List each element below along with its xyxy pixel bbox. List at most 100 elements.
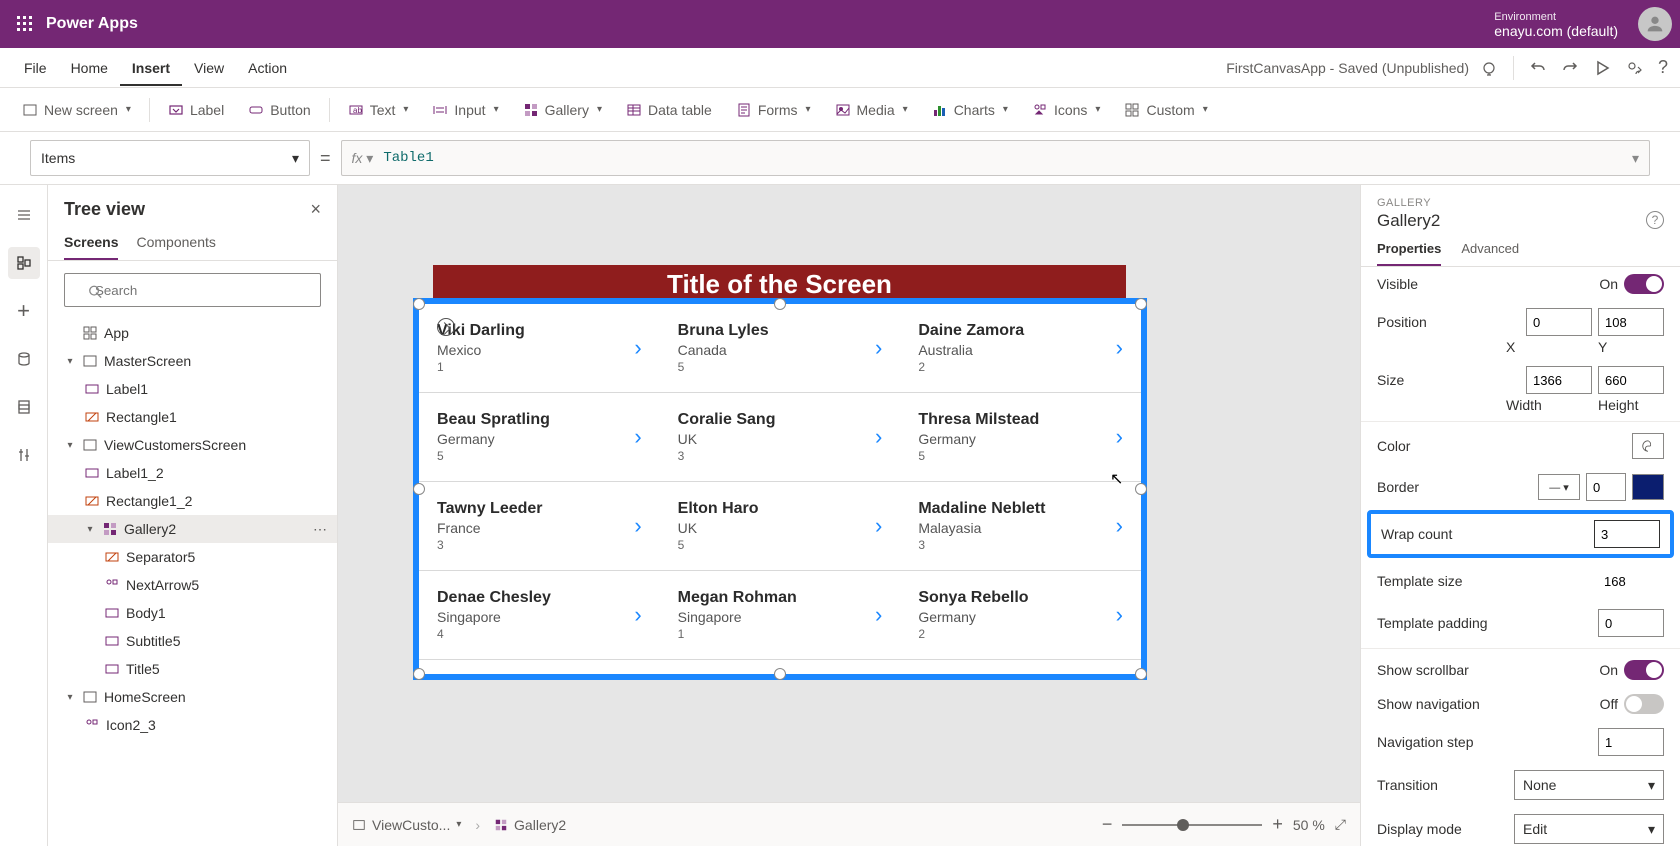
tree-node-label1[interactable]: Label1 <box>48 375 337 403</box>
navigation-toggle[interactable] <box>1624 694 1664 714</box>
chevron-right-icon[interactable]: › <box>875 602 882 628</box>
gallery-cell[interactable]: Denae ChesleySingapore4› <box>419 571 660 659</box>
tree-node-subtitle5[interactable]: Subtitle5 <box>48 627 337 655</box>
icons-dropdown[interactable]: Icons▾ <box>1022 96 1111 124</box>
expand-formula-icon[interactable]: ▾ <box>1632 150 1639 167</box>
templatepadding-input[interactable] <box>1598 609 1664 637</box>
breadcrumb-selected[interactable]: Gallery2 <box>494 817 566 833</box>
width-input[interactable] <box>1526 366 1592 394</box>
text-dropdown[interactable]: ab Text▾ <box>338 96 419 124</box>
wrapcount-input[interactable] <box>1594 520 1660 548</box>
gallery-cell[interactable]: Bruna LylesCanada5› <box>660 304 901 392</box>
tree-node-masterscreen[interactable]: ▾MasterScreen <box>48 347 337 375</box>
zoom-in-icon[interactable]: + <box>1272 814 1283 835</box>
gallery-cell[interactable]: Elton HaroUK5› <box>660 482 901 570</box>
breadcrumb-screen[interactable]: ViewCusto... ▾ <box>352 817 461 833</box>
media-pane-icon[interactable] <box>8 391 40 423</box>
templatesize-input[interactable] <box>1598 567 1664 595</box>
visible-toggle[interactable] <box>1624 274 1664 294</box>
gallery-cell[interactable]: Thresa MilsteadGermany5› <box>900 393 1141 481</box>
tree-node-gallery2[interactable]: ▾Gallery2⋯ <box>48 515 337 543</box>
tab-advanced[interactable]: Advanced <box>1461 241 1519 266</box>
tree-node-viewcustomers[interactable]: ▾ViewCustomersScreen <box>48 431 337 459</box>
charts-dropdown[interactable]: Charts▾ <box>922 96 1018 124</box>
zoom-slider[interactable] <box>1122 824 1262 826</box>
input-dropdown[interactable]: Input▾ <box>422 96 508 124</box>
navstep-input[interactable] <box>1598 728 1664 756</box>
label-button[interactable]: Label <box>158 96 234 124</box>
border-color-picker[interactable] <box>1632 474 1664 500</box>
waffle-icon[interactable] <box>8 7 42 41</box>
chevron-right-icon[interactable]: › <box>1116 513 1123 539</box>
tab-properties[interactable]: Properties <box>1377 241 1441 266</box>
chevron-right-icon[interactable]: › <box>634 602 641 628</box>
media-dropdown[interactable]: Media▾ <box>825 96 918 124</box>
tree-node-label12[interactable]: Label1_2 <box>48 459 337 487</box>
gallery-cell[interactable]: Coralie SangUK3› <box>660 393 901 481</box>
button-button[interactable]: Button <box>238 96 320 124</box>
chevron-right-icon[interactable]: › <box>875 513 882 539</box>
advanced-tools-icon[interactable] <box>8 439 40 471</box>
property-selector[interactable]: Items ▾ <box>30 140 310 176</box>
gallery-dropdown[interactable]: Gallery▾ <box>513 96 612 124</box>
search-input[interactable] <box>64 273 321 307</box>
gallery-cell[interactable]: Viki DarlingMexico1› <box>419 304 660 392</box>
data-icon[interactable] <box>8 343 40 375</box>
play-icon[interactable] <box>1594 60 1610 76</box>
menu-file[interactable]: File <box>12 50 59 86</box>
info-icon[interactable]: ? <box>1646 211 1664 229</box>
chevron-right-icon[interactable]: › <box>875 335 882 361</box>
datatable-button[interactable]: Data table <box>616 96 722 124</box>
avatar[interactable] <box>1638 7 1672 41</box>
chevron-right-icon[interactable]: › <box>1116 424 1123 450</box>
tree-view-icon[interactable] <box>8 247 40 279</box>
tree-node-nextarrow5[interactable]: NextArrow5 <box>48 571 337 599</box>
undo-icon[interactable] <box>1530 60 1546 76</box>
chevron-right-icon[interactable]: › <box>634 424 641 450</box>
menu-view[interactable]: View <box>182 50 236 86</box>
insert-pane-icon[interactable]: + <box>8 295 40 327</box>
menu-home[interactable]: Home <box>59 50 120 86</box>
color-picker[interactable] <box>1632 433 1664 459</box>
gallery-cell[interactable]: Sonya RebelloGermany2› <box>900 571 1141 659</box>
position-y-input[interactable] <box>1598 308 1664 336</box>
position-x-input[interactable] <box>1526 308 1592 336</box>
chevron-right-icon[interactable]: › <box>634 513 641 539</box>
tree-node-icon23[interactable]: Icon2_3 <box>48 711 337 739</box>
chevron-right-icon[interactable]: › <box>875 424 882 450</box>
chevron-right-icon[interactable]: › <box>634 335 641 361</box>
forms-dropdown[interactable]: Forms▾ <box>726 96 821 124</box>
gallery-cell[interactable]: Megan RohmanSingapore1› <box>660 571 901 659</box>
tree-node-title5[interactable]: Title5 <box>48 655 337 683</box>
tree-node-rectangle12[interactable]: Rectangle1_2 <box>48 487 337 515</box>
canvas-area[interactable]: Title of the Screen Viki DarlingMexico1›… <box>338 185 1360 846</box>
transition-select[interactable]: None▾ <box>1514 770 1664 800</box>
displaymode-select[interactable]: Edit▾ <box>1514 814 1664 844</box>
custom-dropdown[interactable]: Custom▾ <box>1114 96 1217 124</box>
gallery-cell[interactable]: Beau SpratlingGermany5› <box>419 393 660 481</box>
formula-input[interactable]: fx ▾ Table1 ▾ <box>341 140 1650 176</box>
new-screen-button[interactable]: New screen▾ <box>12 96 141 124</box>
tab-screens[interactable]: Screens <box>64 234 118 260</box>
gallery-selection[interactable]: Viki DarlingMexico1›Bruna LylesCanada5›D… <box>413 298 1147 680</box>
tree-node-separator5[interactable]: Separator5 <box>48 543 337 571</box>
redo-icon[interactable] <box>1562 60 1578 76</box>
border-style-dropdown[interactable]: — ▾ <box>1538 474 1580 500</box>
tree-node-body1[interactable]: Body1 <box>48 599 337 627</box>
gallery-cell[interactable]: Tawny LeederFrance3› <box>419 482 660 570</box>
zoom-out-icon[interactable]: − <box>1102 814 1113 835</box>
border-width-input[interactable] <box>1586 473 1626 501</box>
close-icon[interactable]: × <box>310 199 321 220</box>
tree-node-rectangle1[interactable]: Rectangle1 <box>48 403 337 431</box>
menu-action[interactable]: Action <box>236 50 299 86</box>
tab-components[interactable]: Components <box>136 234 215 260</box>
scrollbar-toggle[interactable] <box>1624 660 1664 680</box>
help-icon[interactable]: ? <box>1658 57 1668 78</box>
share-icon[interactable] <box>1626 60 1642 76</box>
tree-node-homescreen[interactable]: ▾HomeScreen <box>48 683 337 711</box>
app-checker-icon[interactable] <box>1481 60 1497 76</box>
ellipsis-icon[interactable]: ⋯ <box>313 521 327 538</box>
fit-icon[interactable]: ⤢ <box>1335 816 1346 833</box>
gallery-cell[interactable]: Daine ZamoraAustralia2› <box>900 304 1141 392</box>
chevron-right-icon[interactable]: › <box>1116 602 1123 628</box>
